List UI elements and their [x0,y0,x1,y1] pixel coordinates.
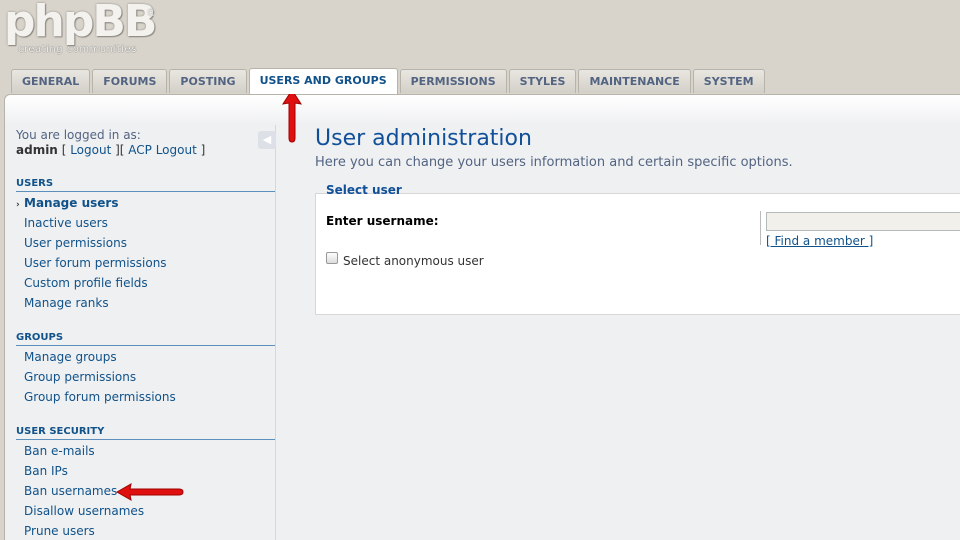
menu-heading-users: USERS [16,178,275,192]
annotation-arrow-left-icon [115,483,184,501]
logout-link[interactable]: Logout [70,143,111,157]
phpbb-logo[interactable]: phpBB ® creating communities [2,0,172,60]
anonymous-user-label: Select anonymous user [343,254,484,268]
login-username: admin [16,143,58,157]
sidebar-item-manage-users[interactable]: Manage users [24,196,118,210]
active-marker-icon: › [16,200,20,210]
username-input[interactable] [766,212,960,231]
sidebar-item-disallow-usernames[interactable]: Disallow usernames [24,504,144,518]
sidebar-item-user-permissions[interactable]: User permissions [24,236,127,250]
menu-heading-user-security: USER SECURITY [16,426,275,440]
sidebar-item-ban-ips[interactable]: Ban IPs [24,464,68,478]
anonymous-user-checkbox[interactable] [326,252,338,264]
tab-permissions[interactable]: PERMISSIONS [399,69,507,93]
field-divider [760,211,761,245]
sidebar-divider [275,125,276,540]
acp-logout-link[interactable]: ACP Logout [128,143,197,157]
main-tabs: GENERAL FORUMS POSTING USERS AND GROUPS … [11,68,765,94]
username-label: Enter username: [326,214,439,228]
sidebar-item-group-forum-permissions[interactable]: Group forum permissions [24,390,176,404]
find-member-link[interactable]: [ Find a member ] [766,234,873,248]
sidebar-item-ban-usernames[interactable]: Ban usernames [24,484,117,498]
triangle-left-icon: ◀ [262,133,272,146]
collapse-sidebar-button[interactable]: ◀ [258,131,276,149]
tab-styles[interactable]: STYLES [508,69,577,93]
sidebar-item-prune-users[interactable]: Prune users [24,524,95,538]
sidebar-item-manage-ranks[interactable]: Manage ranks [24,296,109,310]
sidebar-item-ban-emails[interactable]: Ban e-mails [24,444,95,458]
page-description: Here you can change your users informati… [315,155,793,170]
sidebar-item-user-forum-permissions[interactable]: User forum permissions [24,256,167,270]
tab-system[interactable]: SYSTEM [692,69,765,93]
tab-maintenance[interactable]: MAINTENANCE [578,69,691,93]
tab-general[interactable]: GENERAL [11,69,91,93]
login-text: You are logged in as: [16,128,141,142]
sidebar-item-custom-profile-fields[interactable]: Custom profile fields [24,276,148,290]
panel-header-gradient [5,95,960,125]
logo-registered-mark: ® [146,6,157,19]
tab-posting[interactable]: POSTING [169,69,247,93]
tab-users-and-groups[interactable]: USERS AND GROUPS [248,68,398,94]
login-info: You are logged in as: admin [ Logout ][ … [16,128,275,158]
annotation-arrow-up-icon [281,89,303,143]
sidebar-item-manage-groups[interactable]: Manage groups [24,350,117,364]
page-title: User administration [315,126,532,151]
menu-heading-groups: GROUPS [16,332,275,346]
sidebar: You are logged in as: admin [ Logout ][ … [16,128,275,158]
logo-tagline: creating communities [18,44,137,55]
fieldset-legend: Select user [326,183,402,197]
sidebar-item-inactive-users[interactable]: Inactive users [24,216,108,230]
sidebar-item-group-permissions[interactable]: Group permissions [24,370,136,384]
logo-wordmark: phpBB [4,0,157,47]
tab-forums[interactable]: FORUMS [92,69,168,93]
